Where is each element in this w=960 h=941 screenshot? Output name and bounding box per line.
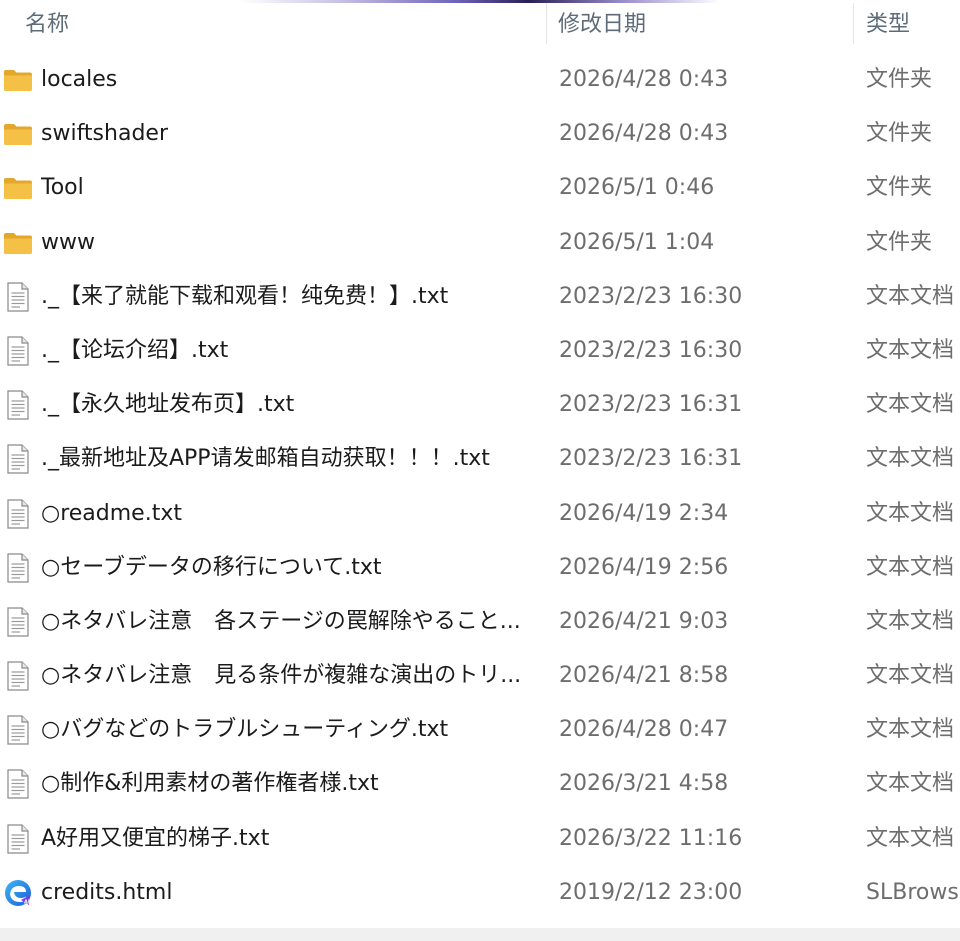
file-type: 文件夹 xyxy=(866,67,933,92)
file-type: 文本文档 xyxy=(866,771,955,797)
file-name[interactable]: www xyxy=(41,216,95,270)
file-row[interactable]: swiftshader 2026/4/28 0:43 文件夹 xyxy=(0,107,960,161)
file-row[interactable]: ○ネタバレ注意 見る条件が複雑な演出のトリ... 2026/4/21 8:58 文本… xyxy=(0,649,960,703)
text-file-icon xyxy=(3,282,33,312)
column-header-name[interactable]: 名称 xyxy=(25,0,69,44)
file-row[interactable]: ._【永久地址发布页】.txt 2023/2/23 16:31 文本文档 xyxy=(0,378,960,432)
file-name[interactable]: ○セーブデータの移行について.txt xyxy=(41,541,381,595)
file-name[interactable]: A好用又便宜的梯子.txt xyxy=(41,812,269,866)
file-name[interactable]: ○バグなどのトラブルシューティング.txt xyxy=(41,703,448,757)
file-row[interactable]: A好用又便宜的梯子.txt 2026/3/22 11:16 文本文档 xyxy=(0,812,960,866)
file-name[interactable]: ._【论坛介绍】.txt xyxy=(41,324,228,378)
file-type: 文本文档 xyxy=(866,446,955,472)
text-file-icon xyxy=(3,390,33,420)
folder-icon xyxy=(3,173,33,203)
file-modified-date: 2026/4/28 0:47 xyxy=(559,717,729,743)
column-header-date[interactable]: 修改日期 xyxy=(558,0,646,44)
file-name[interactable]: Tool xyxy=(41,161,84,215)
file-type: 文件夹 xyxy=(866,175,933,201)
file-name[interactable]: credits.html xyxy=(41,866,172,920)
file-type: 文本文档 xyxy=(866,337,955,363)
folder-icon xyxy=(3,228,33,258)
file-row[interactable]: locales 2026/4/28 0:43 文件夹 xyxy=(0,53,960,107)
file-name[interactable]: ○ネタバレ注意 各ステージの罠解除やること... xyxy=(41,595,521,649)
file-row[interactable]: www 2026/5/1 1:04 文件夹 xyxy=(0,216,960,270)
file-modified-date: 2026/5/1 0:46 xyxy=(559,175,715,201)
file-modified-date: 2026/5/1 1:04 xyxy=(559,229,715,255)
file-type: 文本文档 xyxy=(866,283,955,309)
text-file-icon xyxy=(3,336,33,366)
file-type: 文本文档 xyxy=(866,717,955,743)
file-row[interactable]: ○制作&利用素材の著作権者様.txt 2026/3/21 4:58 文本文档 xyxy=(0,757,960,811)
file-row[interactable]: ○ネタバレ注意 各ステージの罠解除やること... 2026/4/21 9:03 文本… xyxy=(0,595,960,649)
file-modified-date: 2023/2/23 16:31 xyxy=(559,392,743,418)
text-file-icon xyxy=(3,444,33,474)
file-list: locales 2026/4/28 0:43 文件夹 swiftshader 2026/… xyxy=(0,53,960,920)
svg-text:AI: AI xyxy=(24,899,30,905)
file-explorer-window: 名称 修改日期 类型 locales 2026/4/28 0:43 文件夹 swift… xyxy=(0,0,960,941)
text-file-icon xyxy=(3,607,33,637)
column-divider-name-date[interactable] xyxy=(546,0,547,44)
file-type: 文本文档 xyxy=(866,392,955,418)
text-file-icon xyxy=(3,769,33,800)
file-modified-date: 2026/4/19 2:34 xyxy=(559,500,729,526)
text-file-icon xyxy=(3,661,33,691)
file-name[interactable]: ._【来了就能下载和观看！纯免费！】.txt xyxy=(41,270,448,324)
file-type: 文件夹 xyxy=(866,121,933,147)
column-header-bar: 名称 修改日期 类型 xyxy=(0,0,960,44)
file-row[interactable]: AI credits.html 2019/2/12 23:00 SLBrowser xyxy=(0,866,960,920)
file-type: 文本文档 xyxy=(866,500,955,526)
file-type: 文本文档 xyxy=(866,608,955,634)
file-modified-date: 2026/4/28 0:43 xyxy=(559,67,729,92)
file-type: 文本文档 xyxy=(866,825,955,851)
file-row[interactable]: ○readme.txt 2026/4/19 2:34 文本文档 xyxy=(0,487,960,541)
folder-icon xyxy=(3,119,33,149)
file-row[interactable]: ○バグなどのトラブルシューティング.txt 2026/4/28 0:47 文本文档 xyxy=(0,703,960,757)
file-modified-date: 2026/3/21 4:58 xyxy=(559,771,729,797)
file-modified-date: 2023/2/23 16:30 xyxy=(559,283,743,309)
file-name[interactable]: ._【永久地址发布页】.txt xyxy=(41,378,294,432)
file-name[interactable]: ._最新地址及APP请发邮箱自动获取！！！.txt xyxy=(41,432,490,486)
file-modified-date: 2023/2/23 16:30 xyxy=(559,337,743,363)
file-type: 文本文档 xyxy=(866,554,955,580)
text-file-icon xyxy=(3,498,33,529)
file-row[interactable]: ._【来了就能下载和观看！纯免费！】.txt 2023/2/23 16:30 文本文… xyxy=(0,270,960,324)
column-divider-date-type[interactable] xyxy=(853,0,854,44)
file-row[interactable]: ._最新地址及APP请发邮箱自动获取！！！.txt 2023/2/23 16:31… xyxy=(0,432,960,486)
column-header-type[interactable]: 类型 xyxy=(866,0,910,44)
file-modified-date: 2026/3/22 11:16 xyxy=(559,825,743,851)
window-top-edge xyxy=(0,0,960,3)
file-name[interactable]: swiftshader xyxy=(41,107,168,161)
file-modified-date: 2026/4/21 9:03 xyxy=(559,608,729,634)
file-type: SLBrowser xyxy=(866,879,960,905)
folder-icon xyxy=(3,65,33,95)
file-row[interactable]: Tool 2026/5/1 0:46 文件夹 xyxy=(0,161,960,215)
file-row[interactable]: ._【论坛介绍】.txt 2023/2/23 16:30 文本文档 xyxy=(0,324,960,378)
text-file-icon xyxy=(3,553,33,583)
file-name[interactable]: ○ネタバレ注意 見る条件が複雑な演出のトリ... xyxy=(41,649,521,703)
file-name[interactable]: ○制作&利用素材の著作権者様.txt xyxy=(41,757,379,811)
file-modified-date: 2026/4/28 0:43 xyxy=(559,121,729,147)
browser-html-icon: AI xyxy=(3,878,33,908)
file-modified-date: 2019/2/12 23:00 xyxy=(559,879,743,905)
horizontal-scrollbar[interactable] xyxy=(0,928,960,941)
file-modified-date: 2026/4/19 2:56 xyxy=(559,554,729,580)
file-row[interactable]: ○セーブデータの移行について.txt 2026/4/19 2:56 文本文档 xyxy=(0,541,960,595)
file-type: 文件夹 xyxy=(866,229,933,255)
file-name[interactable]: locales xyxy=(41,53,117,107)
file-name[interactable]: ○readme.txt xyxy=(41,487,182,541)
file-type: 文本文档 xyxy=(866,663,955,689)
text-file-icon xyxy=(3,824,33,854)
file-modified-date: 2023/2/23 16:31 xyxy=(559,446,743,472)
file-modified-date: 2026/4/21 8:58 xyxy=(559,663,729,689)
text-file-icon xyxy=(3,715,33,745)
